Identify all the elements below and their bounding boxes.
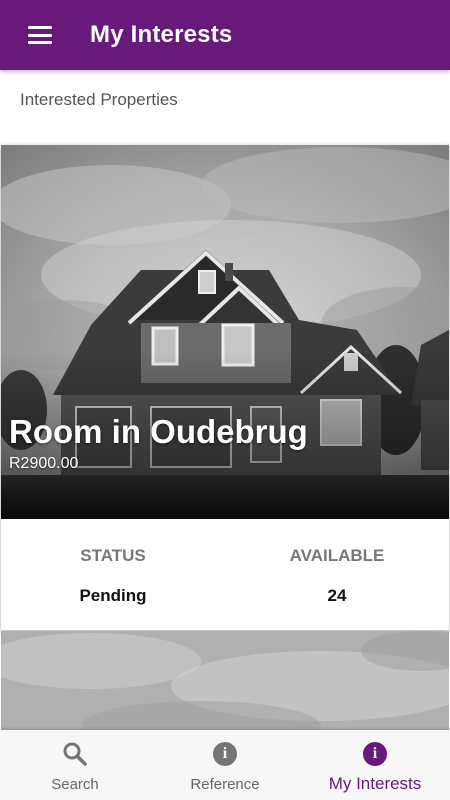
nav-label-search: Search bbox=[51, 776, 99, 793]
status-column: STATUS Pending bbox=[1, 519, 225, 630]
menu-icon bbox=[27, 26, 52, 44]
info-icon: i bbox=[361, 740, 389, 768]
status-label: STATUS bbox=[80, 546, 146, 565]
info-icon: i bbox=[211, 740, 239, 768]
property-card[interactable]: Room in Oudebrug R2900.00 STATUS Pending… bbox=[1, 145, 449, 630]
property-card-next[interactable] bbox=[1, 631, 449, 741]
section-label: Interested Properties bbox=[20, 90, 178, 109]
bottom-navigation: Search i Reference i My Interests bbox=[0, 730, 450, 800]
available-column: AVAILABLE 24 bbox=[225, 519, 449, 630]
property-title: Room in Oudebrug bbox=[9, 413, 308, 450]
nav-label-my-interests: My Interests bbox=[328, 774, 422, 793]
app-screen: My Interests Interested Properties Room … bbox=[0, 0, 450, 800]
menu-button[interactable] bbox=[0, 0, 80, 70]
page-title: My Interests bbox=[90, 21, 233, 48]
nav-item-search[interactable]: Search bbox=[0, 730, 150, 800]
available-value: 24 bbox=[327, 586, 347, 605]
property-info: STATUS Pending AVAILABLE 24 bbox=[1, 519, 449, 630]
house-photo: Room in Oudebrug R2900.00 bbox=[1, 145, 449, 519]
app-bar: My Interests bbox=[0, 0, 450, 70]
nav-label-reference: Reference bbox=[190, 776, 260, 793]
property-price: R2900.00 bbox=[9, 455, 79, 472]
search-icon bbox=[61, 740, 89, 768]
next-property-photo bbox=[1, 631, 449, 741]
status-value: Pending bbox=[79, 586, 147, 605]
nav-item-reference[interactable]: i Reference bbox=[150, 730, 300, 800]
nav-item-my-interests[interactable]: i My Interests bbox=[300, 730, 450, 800]
available-label: AVAILABLE bbox=[289, 546, 385, 565]
